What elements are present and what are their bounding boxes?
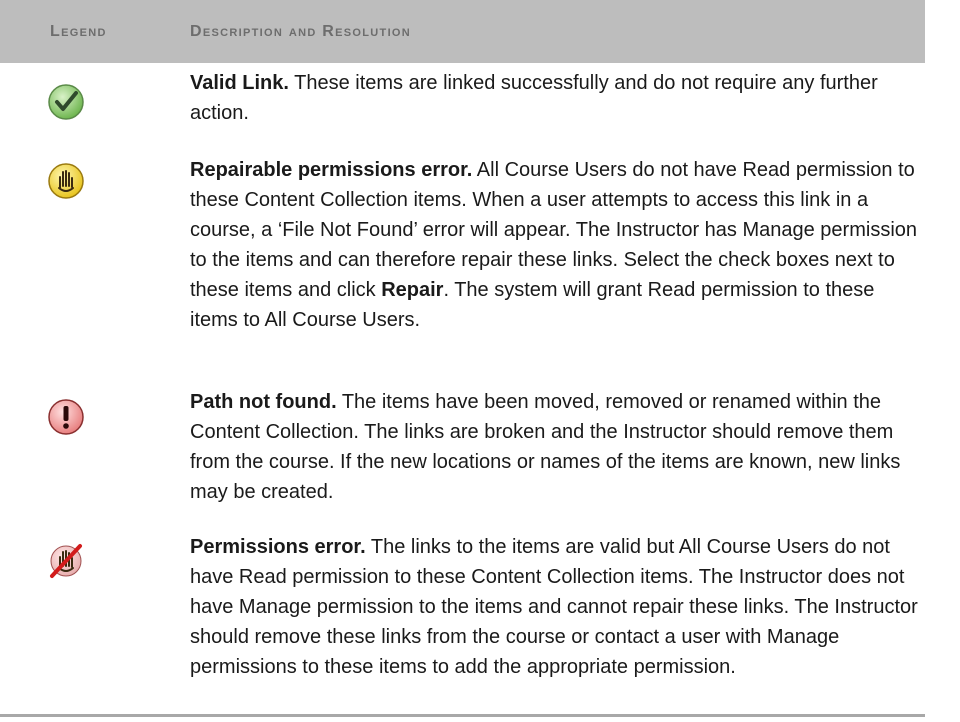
exclamation-icon: [48, 399, 84, 435]
row-title: Path not found.: [190, 391, 337, 413]
row-description: Path not found. The items have been move…: [190, 387, 920, 532]
legend-column-header: Legend: [0, 23, 190, 41]
table-row: Path not found. The items have been move…: [0, 387, 960, 532]
row-description: Permissions error. The links to the item…: [190, 532, 920, 722]
repair-keyword: Repair: [381, 279, 444, 301]
description-column-header: Description and Resolution: [190, 23, 411, 41]
table-row: Valid Link. These items are linked succe…: [0, 63, 960, 155]
row-description: Repairable permissions error. All Course…: [190, 155, 920, 387]
description-header-text: Description and Resolution: [190, 22, 412, 40]
legend-table: Legend Description and Resolution Valid …: [0, 0, 960, 722]
no-permission-hand-icon: [50, 544, 82, 578]
table-row: Repairable permissions error. All Course…: [0, 155, 960, 387]
row-title: Valid Link.: [190, 72, 289, 94]
row-description: Valid Link. These items are linked succe…: [190, 68, 920, 155]
row-title: Permissions error.: [190, 536, 366, 558]
table-row: Permissions error. The links to the item…: [0, 532, 960, 722]
repairable-hand-icon: [48, 163, 84, 199]
table-header: Legend Description and Resolution: [0, 0, 925, 63]
legend-header-text: Legend: [50, 22, 107, 40]
row-title: Repairable permissions error.: [190, 159, 473, 181]
row-text: These items are linked successfully and …: [190, 72, 878, 124]
valid-link-check-icon: [48, 84, 84, 120]
